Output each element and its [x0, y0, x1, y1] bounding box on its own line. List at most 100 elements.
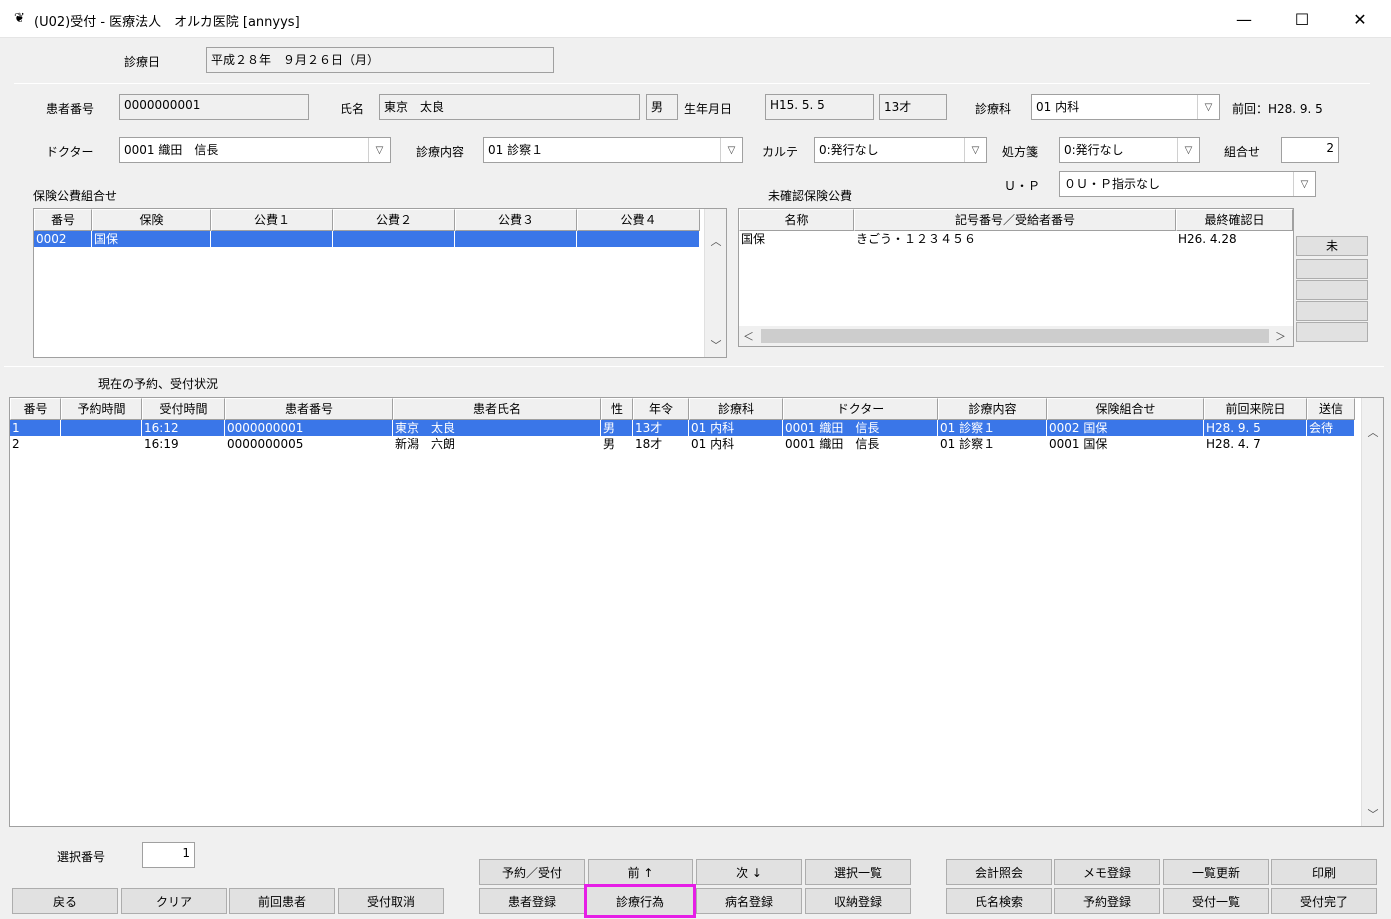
karte-select[interactable]: 0:発行なし ▽	[814, 137, 987, 163]
name-label: 氏名	[340, 102, 365, 116]
reception-grid[interactable]: 番号 予約時間 受付時間 患者番号 患者氏名 性 年令 診療科 ドクター 診療内…	[9, 397, 1384, 827]
chevron-down-icon[interactable]: ﹀	[705, 337, 726, 353]
column-header[interactable]: ドクター	[783, 398, 938, 420]
table-cell: 16:12	[142, 420, 225, 436]
print-button[interactable]: 印刷	[1271, 859, 1377, 885]
table-cell: 13才	[633, 420, 689, 436]
memo-register-button[interactable]: メモ登録	[1054, 859, 1160, 885]
reception-list-button[interactable]: 受付一覧	[1163, 888, 1269, 914]
prev-button[interactable]: 前 ↑	[588, 859, 693, 885]
medical-practice-button[interactable]: 診療行為	[584, 884, 696, 918]
table-row[interactable]: 2 16:19 0000000005 新潟 六朗 男 18才 01 内科 000…	[10, 436, 1355, 452]
table-row[interactable]: 国保 きごう・１２３４５６ H26. 4.28	[739, 231, 1293, 247]
table-row[interactable]: 1 16:12 0000000001 東京 太良 男 13才 01 内科 000…	[10, 420, 1355, 436]
name-search-button[interactable]: 氏名検索	[946, 888, 1052, 914]
karte-value: 0:発行なし	[819, 143, 879, 157]
insurance-grid[interactable]: 番号 保険 公費１ 公費２ 公費３ 公費４ 0002 国保 ︿ ﹀	[33, 208, 727, 358]
table-cell: 0002 国保	[1047, 420, 1204, 436]
billing-inquiry-button[interactable]: 会計照会	[946, 859, 1052, 885]
chevron-left-icon[interactable]: ＜	[743, 328, 754, 344]
unconfirmed-side-button[interactable]	[1296, 259, 1368, 279]
close-button[interactable]: ✕	[1331, 0, 1389, 38]
karte-label: カルテ	[762, 145, 799, 159]
age-field: 13才	[879, 94, 947, 120]
column-header[interactable]: 公費１	[211, 209, 333, 231]
prev-visit-label: 前回：H28. 9. 5	[1232, 102, 1323, 116]
unconfirmed-side-button[interactable]	[1296, 322, 1368, 342]
table-cell: 男	[601, 420, 633, 436]
clear-button[interactable]: クリア	[121, 888, 227, 914]
insurance-title: 保険公費組合せ	[33, 189, 118, 203]
combo-field[interactable]: 2	[1281, 137, 1339, 163]
birth-field: H15. 5. 5	[765, 94, 874, 120]
column-header[interactable]: 公費４	[577, 209, 700, 231]
payment-register-button[interactable]: 収納登録	[805, 888, 911, 914]
table-cell: H28. 4. 7	[1206, 437, 1261, 451]
rx-select[interactable]: 0:発行なし ▽	[1059, 137, 1200, 163]
table-cell: 0001 織田 信長	[783, 420, 938, 436]
column-header[interactable]: 番号	[10, 398, 61, 420]
list-refresh-button[interactable]: 一覧更新	[1163, 859, 1269, 885]
unconfirmed-side-button[interactable]	[1296, 301, 1368, 321]
doctor-select[interactable]: 0001 織田 信長 ▽	[119, 137, 391, 163]
chevron-down-icon[interactable]: ▽	[1197, 95, 1219, 119]
column-header[interactable]: 性	[601, 398, 633, 420]
horizontal-scrollbar[interactable]: ＜ ＞	[739, 326, 1293, 346]
column-header[interactable]: 記号番号／受給者番号	[854, 209, 1176, 231]
scroll-thumb[interactable]	[761, 329, 1269, 343]
chevron-down-icon[interactable]: ▽	[1293, 172, 1315, 196]
column-header[interactable]: 公費２	[333, 209, 455, 231]
table-cell: H26. 4.28	[1178, 232, 1237, 246]
up-select[interactable]: ０Ｕ・Ｐ指示なし ▽	[1059, 171, 1316, 197]
chevron-down-icon[interactable]: ▽	[720, 138, 742, 162]
vertical-scrollbar[interactable]: ︿ ﹀	[704, 209, 726, 357]
reception-complete-button[interactable]: 受付完了	[1271, 888, 1377, 914]
column-header[interactable]: 前回来院日	[1204, 398, 1307, 420]
column-header[interactable]: 保険	[92, 209, 211, 231]
previous-patient-button[interactable]: 前回患者	[229, 888, 335, 914]
unconfirmed-side-button[interactable]: 未	[1296, 236, 1368, 256]
column-header[interactable]: 受付時間	[142, 398, 225, 420]
select-list-button[interactable]: 選択一覧	[805, 859, 911, 885]
table-cell: 東京 太良	[393, 420, 601, 436]
chevron-right-icon[interactable]: ＞	[1275, 328, 1286, 344]
column-header[interactable]: 最終確認日	[1176, 209, 1293, 231]
chevron-down-icon[interactable]: ▽	[1177, 138, 1199, 162]
minimize-button[interactable]: —	[1215, 0, 1273, 38]
content-select[interactable]: 01 診察１ ▽	[483, 137, 743, 163]
column-header[interactable]: 診療内容	[938, 398, 1047, 420]
chevron-up-icon[interactable]: ︿	[1362, 424, 1383, 440]
column-header[interactable]: 患者氏名	[393, 398, 601, 420]
column-header[interactable]: 保険組合せ	[1047, 398, 1204, 420]
column-header[interactable]: 送信	[1307, 398, 1355, 420]
table-cell: 0001 織田 信長	[785, 437, 880, 451]
disease-register-button[interactable]: 病名登録	[696, 888, 802, 914]
vertical-scrollbar[interactable]: ︿ ﹀	[1361, 398, 1383, 826]
column-header[interactable]: 名称	[739, 209, 854, 231]
cancel-reception-button[interactable]: 受付取消	[338, 888, 444, 914]
table-cell: きごう・１２３４５６	[856, 232, 977, 246]
patient-register-button[interactable]: 患者登録	[479, 888, 585, 914]
next-button[interactable]: 次 ↓	[696, 859, 802, 885]
patient-id-field[interactable]: 0000000001	[119, 94, 309, 120]
column-header[interactable]: 年令	[633, 398, 689, 420]
chevron-down-icon[interactable]: ▽	[368, 138, 390, 162]
select-number-input[interactable]: 1	[142, 842, 195, 868]
column-header[interactable]: 診療科	[689, 398, 783, 420]
app-icon: ❦	[14, 11, 25, 26]
back-button[interactable]: 戻る	[12, 888, 118, 914]
table-row[interactable]: 0002 国保	[34, 231, 700, 247]
column-header[interactable]: 患者番号	[225, 398, 393, 420]
maximize-button[interactable]: ☐	[1273, 0, 1331, 38]
chevron-down-icon[interactable]: ▽	[964, 138, 986, 162]
dept-select[interactable]: 01 内科 ▽	[1031, 94, 1220, 120]
chevron-down-icon[interactable]: ﹀	[1362, 806, 1383, 822]
column-header[interactable]: 公費３	[455, 209, 577, 231]
reserve-reception-button[interactable]: 予約／受付	[479, 859, 585, 885]
reservation-register-button[interactable]: 予約登録	[1054, 888, 1160, 914]
column-header[interactable]: 予約時間	[61, 398, 142, 420]
column-header[interactable]: 番号	[34, 209, 92, 231]
unconfirmed-side-button[interactable]	[1296, 280, 1368, 300]
chevron-up-icon[interactable]: ︿	[705, 233, 726, 249]
unconfirmed-grid[interactable]: 名称 記号番号／受給者番号 最終確認日 国保 きごう・１２３４５６ H26. 4…	[738, 208, 1294, 347]
